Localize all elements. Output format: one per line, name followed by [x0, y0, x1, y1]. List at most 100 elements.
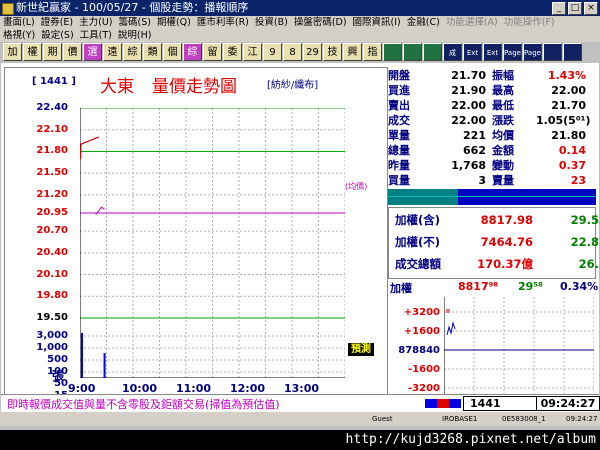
quote-l1: 買進 [388, 84, 410, 97]
menu-bar: 畫面(L) 證券(E) 主力(U) 籌碼(S) 期權(Q) 匯市利率(R) 投資(B) 操盤密… [0, 16, 600, 29]
quote-row: 總量 662 金額 0.14 [388, 143, 596, 158]
menu-item-menu1-8[interactable]: 國際資訊(I) [350, 16, 404, 29]
quote-v1: 22.00 [451, 99, 486, 112]
toolbar-button-0[interactable]: 加 [3, 43, 22, 61]
toolbar-button-21[interactable] [423, 43, 442, 61]
toolbar-button-22[interactable]: 成 [443, 43, 462, 61]
toolbar-button-10[interactable]: 留 [203, 43, 222, 61]
quote-row: 賣出 22.00 最低 21.70 [388, 98, 596, 113]
quote-v2: 1.05(5⁰¹) [536, 114, 591, 127]
toolbar-button-23[interactable]: Ext [463, 43, 482, 61]
menu-item-menu2-0[interactable]: 格視(Y) [0, 29, 38, 42]
toolbar-button-13[interactable]: 9 [263, 43, 282, 61]
quote-v2: 0.14 [558, 144, 586, 157]
quote-v1: 21.70 [451, 69, 486, 82]
volume-unit: 張 [52, 369, 65, 383]
toolbar-button-1[interactable]: 權 [23, 43, 42, 61]
price-volume-chart [80, 108, 345, 378]
toolbar-button-12[interactable]: 江 [243, 43, 262, 61]
toolbar-button-16[interactable]: 技 [323, 43, 342, 61]
quote-row: 買量 3 賣量 23 [388, 173, 596, 188]
quote-v2: 21.70 [551, 99, 586, 112]
toolbar-button-7[interactable]: 類 [143, 43, 162, 61]
quote-l2: 漲跌 [492, 114, 514, 127]
maximize-button[interactable]: □ [568, 2, 582, 15]
toolbar-button-15[interactable]: 29 [303, 43, 322, 61]
bid-ask-bar [388, 189, 596, 205]
menu-item-menu1-6[interactable]: 投資(B) [252, 16, 291, 29]
toolbar-button-19[interactable] [383, 43, 402, 61]
price-tick-7: 20.40 [36, 246, 68, 258]
toolbar-button-5[interactable]: 遠 [103, 43, 122, 61]
window-title: 新世紀贏家 - 100/05/27 - 個股走勢：播報順序 [16, 1, 249, 14]
toolbar-button-3[interactable]: 價 [63, 43, 82, 61]
avg-price-note: (均價) [345, 182, 368, 191]
toolbar-button-4[interactable]: 選 [83, 43, 102, 61]
menu-item-menu1-0[interactable]: 畫面(L) [0, 16, 38, 29]
quote-row: 買進 21.90 最高 22.00 [388, 83, 596, 98]
close-button[interactable]: × [584, 2, 598, 15]
toolbar-button-26[interactable]: Page [523, 43, 542, 61]
menu-item-menu1-3[interactable]: 籌碼(S) [116, 16, 154, 29]
forecast-badge[interactable]: 預測 [348, 343, 374, 356]
toolbar-button-17[interactable]: 興 [343, 43, 362, 61]
status-bar: Guest IROBASE1 0E583008_1 09:24:27 [0, 412, 600, 426]
index-mini-chart: 加權 8817⁹⁸ 29⁵⁸ 0.34% +3200 +1600 878840 -16… [388, 279, 598, 409]
menu-item-menu1-9[interactable]: 金融(C) [404, 16, 443, 29]
menu-item-menu1-2[interactable]: 主力(U) [76, 16, 115, 29]
menu-item-menu2-3[interactable]: 說明(H) [115, 29, 155, 42]
toolbar-button-28[interactable] [563, 43, 582, 61]
index-b: 29.58 [570, 213, 600, 227]
color-cells [425, 399, 461, 408]
price-tick-8: 20.10 [36, 268, 68, 280]
mini-tick-1: +1600 [403, 326, 440, 337]
index-b: 22.85 [570, 235, 600, 249]
price-tick-10: 19.50 [36, 312, 68, 323]
menu-item-menu1-11[interactable]: 功能操作(F) [501, 16, 558, 29]
menu-item-menu1-10[interactable]: 功能選擇(A) [443, 16, 501, 29]
chart-title: 量價走勢圖 [152, 77, 237, 97]
toolbar-button-27[interactable] [543, 43, 562, 61]
toolbar-button-11[interactable]: 委 [223, 43, 242, 61]
menu-item-menu1-7[interactable]: 操盤密碼(D) [291, 16, 350, 29]
menu-item-menu2-1[interactable]: 設定(S) [38, 29, 76, 42]
mini-tick-4: -3200 [408, 383, 440, 394]
quote-l2: 賣量 [492, 174, 514, 187]
toolbar-button-9[interactable]: 綜 [183, 43, 202, 61]
menu-item-menu1-5[interactable]: 匯市利率(R) [194, 16, 252, 29]
toolbar-button-24[interactable]: Ext [483, 43, 502, 61]
footer-server: IROBASE1 [442, 415, 478, 423]
toolbar-button-2[interactable]: 期 [43, 43, 62, 61]
menu-item-menu1-4[interactable]: 期權(Q) [154, 16, 194, 29]
minimize-button[interactable]: _ [552, 2, 566, 15]
index-b: 26.3 [578, 257, 600, 271]
footer-time: 09:24:27 [566, 415, 598, 423]
price-tick-6: 20.70 [36, 225, 68, 237]
mini-tick-2: 878840 [398, 345, 440, 356]
menu-item-menu1-1[interactable]: 證券(E) [38, 16, 76, 29]
index-a: 7464.76 [480, 235, 533, 249]
toolbar-button-18[interactable]: 指 [363, 43, 382, 61]
quote-l2: 最低 [492, 99, 514, 112]
toolbar-button-20[interactable] [403, 43, 422, 61]
toolbar-button-25[interactable]: Page [503, 43, 522, 61]
price-tick-3: 21.50 [36, 167, 68, 179]
quote-l2: 均價 [492, 129, 514, 142]
quote-l1: 成交 [388, 114, 410, 127]
toolbar-button-14[interactable]: 8 [283, 43, 302, 61]
toolbar-button-8[interactable]: 個 [163, 43, 182, 61]
menu-item-menu2-2[interactable]: 工具(T) [77, 29, 115, 42]
stock-category: [紡紗/纖布] [267, 80, 319, 91]
price-chart-panel: [ 1441 ] 大東 量價走勢圖 [紡紗/纖布] 22.40 22.10 21.8… [4, 67, 388, 410]
quote-l2: 振幅 [492, 69, 514, 82]
price-tick-0: 22.40 [36, 102, 68, 113]
main-window: [ 1441 ] 大東 量價走勢圖 [紡紗/纖布] 22.40 22.10 21.8… [1, 63, 600, 411]
stock-code-input[interactable]: 1441 [463, 396, 541, 411]
quote-row: 成交 22.00 漲跌 1.05(5⁰¹) [388, 113, 596, 128]
quote-l1: 買量 [388, 174, 410, 187]
toolbar-button-6[interactable]: 綜 [123, 43, 142, 61]
stock-code[interactable]: [ 1441 ] [32, 76, 76, 87]
index-box: 加權(含) 8817.98 29.58 加權(不) 7464.76 22.85 成交總額 17… [388, 207, 600, 279]
mini-tick-0: +3200 [403, 307, 440, 318]
quote-v2: 22.00 [551, 84, 586, 97]
